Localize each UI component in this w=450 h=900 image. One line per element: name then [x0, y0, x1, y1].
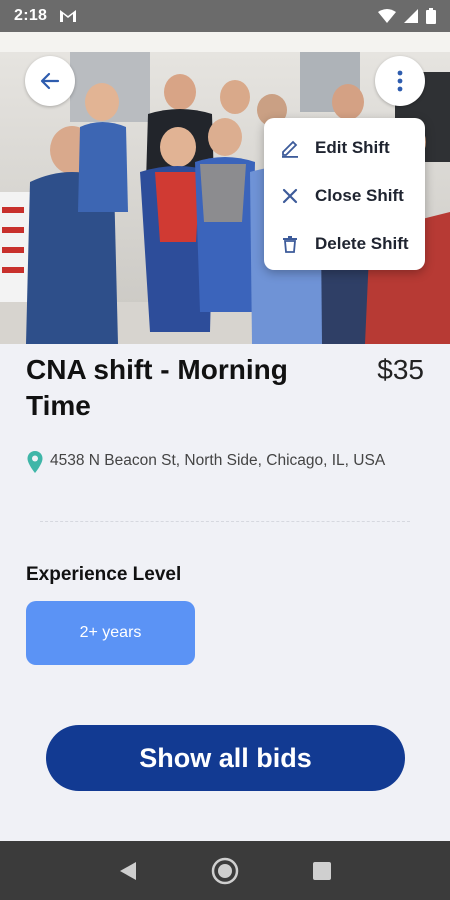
nav-home-button[interactable]	[205, 851, 245, 891]
home-circle-icon	[211, 857, 239, 884]
signal-icon	[404, 9, 418, 23]
show-all-bids-button[interactable]: Show all bids	[46, 725, 405, 791]
back-button[interactable]	[25, 56, 75, 106]
shift-title: CNA shift - Morning Time	[26, 354, 288, 421]
recents-square-icon	[312, 861, 331, 880]
close-shift-label: Close Shift	[315, 186, 404, 205]
arrow-left-icon	[40, 72, 60, 90]
delete-shift-menu-item[interactable]: Delete Shift	[264, 220, 425, 268]
delete-shift-label: Delete Shift	[315, 234, 409, 253]
location-pin-icon	[27, 451, 43, 473]
back-triangle-icon	[120, 861, 137, 880]
divider	[40, 521, 410, 522]
status-time: 2:18	[14, 7, 48, 24]
address-text: 4538 N Beacon St, North Side, Chicago, I…	[50, 452, 386, 469]
shift-options-menu: Edit Shift Close Shift Delete Shift	[264, 118, 425, 270]
close-shift-menu-item[interactable]: Close Shift	[264, 172, 425, 220]
status-icons	[378, 8, 436, 24]
system-nav-bar	[0, 841, 450, 900]
battery-icon	[426, 8, 436, 24]
experience-level-chip: 2+ years	[26, 601, 195, 665]
shift-details: CNA shift - Morning Time $35 4538 N Beac…	[0, 344, 450, 841]
edit-shift-menu-item[interactable]: Edit Shift	[264, 124, 425, 172]
status-bar: 2:18	[0, 0, 450, 32]
trash-icon	[280, 234, 300, 254]
shift-address: 4538 N Beacon St, North Side, Chicago, I…	[26, 451, 416, 474]
more-vert-icon	[397, 70, 403, 92]
wifi-icon	[378, 9, 396, 23]
nav-recents-button[interactable]	[302, 851, 342, 891]
shift-price: $35	[377, 354, 424, 385]
close-icon	[280, 186, 300, 206]
experience-level-label: Experience Level	[26, 564, 182, 585]
nav-back-button[interactable]	[108, 851, 148, 891]
pencil-icon	[280, 138, 300, 158]
more-options-button[interactable]	[375, 56, 425, 106]
gmail-icon	[60, 10, 77, 22]
edit-shift-label: Edit Shift	[315, 138, 390, 157]
